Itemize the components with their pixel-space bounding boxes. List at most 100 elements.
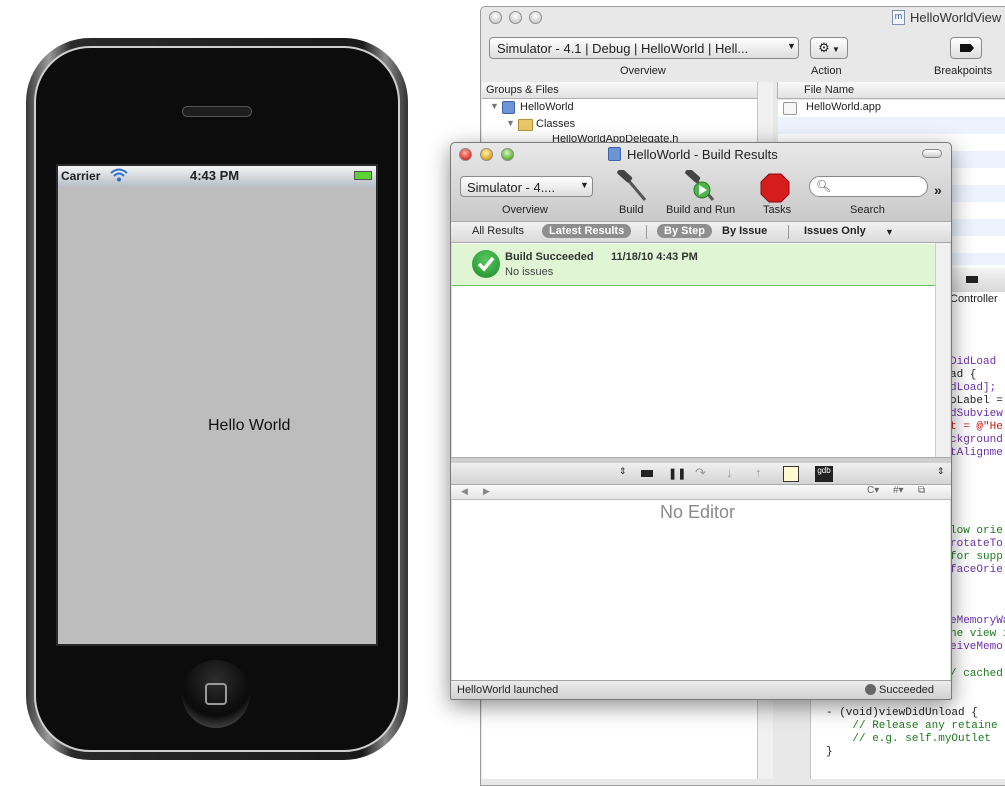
- step-out-icon[interactable]: ↑: [755, 465, 762, 480]
- tree-item-classes[interactable]: Classes: [536, 118, 575, 130]
- breakpoints-button[interactable]: [950, 37, 982, 59]
- search-icon: 🔍︎: [816, 179, 832, 193]
- result-title: Build Succeeded: [505, 251, 594, 263]
- debugger-bar-fragment: [948, 268, 1005, 292]
- file-name-column[interactable]: File Name: [804, 84, 854, 96]
- step-into-icon[interactable]: ↓: [726, 465, 733, 480]
- code-line: t = @"He: [950, 421, 1003, 433]
- tree-item-helloworld[interactable]: HelloWorld: [520, 101, 574, 113]
- window-title: HelloWorldView: [910, 10, 1002, 25]
- filter-latest-results[interactable]: Latest Results: [542, 224, 632, 238]
- build-and-run-button[interactable]: [685, 168, 723, 202]
- build-button[interactable]: [615, 168, 651, 202]
- split-view-icon[interactable]: ⧉: [918, 485, 925, 496]
- code-line: eiveMemo: [950, 641, 1003, 653]
- filter-by-issue[interactable]: By Issue: [722, 225, 767, 237]
- document-icon: m: [892, 10, 905, 25]
- breakpoint-icon[interactable]: [641, 470, 653, 477]
- toolbar-toggle-button[interactable]: [922, 149, 942, 158]
- filter-all-results[interactable]: All Results: [472, 225, 524, 237]
- groups-header: Groups & Files: [482, 82, 772, 99]
- search-label: Search: [850, 204, 885, 216]
- code-line: dSubview: [950, 408, 1003, 420]
- forward-icon[interactable]: ▶: [483, 486, 490, 497]
- debugger-toolbar: ⇕ ❚❚ ↷ ↓ ↑ gdb ⇕: [451, 463, 951, 485]
- code-line: he view i: [950, 628, 1005, 640]
- result-subtitle: No issues: [505, 266, 554, 278]
- hammer-icon: [617, 168, 647, 201]
- status-right[interactable]: Succeeded: [879, 684, 934, 696]
- editor-nav-bar: ◀ ▶ C▾ #▾ ⧉: [451, 485, 951, 500]
- breakpoint-icon: [960, 44, 974, 52]
- xcode-project-icon: [608, 147, 621, 161]
- separator: [646, 225, 647, 239]
- action-label: Action: [811, 65, 842, 77]
- tasks-button[interactable]: [760, 173, 790, 203]
- wifi-icon: [110, 167, 128, 186]
- code-line: dLoad];: [950, 382, 997, 394]
- build-results-title: HelloWorld - Build Results: [627, 147, 778, 162]
- result-timestamp: 11/18/10 4:43 PM: [611, 251, 698, 263]
- toolbar-overflow-icon[interactable]: »: [934, 182, 942, 198]
- battery-icon: [354, 171, 372, 180]
- zoom-icon[interactable]: [529, 11, 542, 24]
- pause-icon[interactable]: ❚❚: [668, 467, 686, 480]
- back-icon[interactable]: ◀: [461, 486, 468, 497]
- iphone-screen[interactable]: [56, 164, 378, 646]
- disclosure-triangle-icon[interactable]: ▼: [490, 101, 499, 111]
- close-icon[interactable]: [459, 148, 472, 161]
- home-square-icon: [205, 683, 227, 705]
- filter-issues-only[interactable]: Issues Only: [804, 225, 866, 237]
- overview-label: Overview: [620, 65, 666, 77]
- action-gear-button[interactable]: ⚙ ▼: [810, 37, 848, 59]
- code-line: eMemoryWa: [950, 615, 1005, 627]
- results-scrollbar[interactable]: [935, 243, 950, 457]
- build-status-bar: HelloWorld launched Succeeded: [451, 680, 951, 699]
- chevron-down-icon: ▼: [787, 41, 796, 51]
- scheme-popup[interactable]: Simulator - 4.1 | Debug | HelloWorld | H…: [489, 37, 799, 59]
- editor-area[interactable]: [452, 500, 950, 680]
- stepper-icon[interactable]: ⇕: [937, 466, 945, 477]
- pragma-menu-icon[interactable]: #▾: [893, 485, 904, 496]
- gdb-console-icon[interactable]: gdb: [815, 466, 833, 482]
- class-menu-icon[interactable]: C▾: [867, 485, 879, 496]
- app-file-icon: [783, 102, 797, 115]
- disclosure-triangle-icon[interactable]: ▼: [506, 118, 515, 128]
- code-line: }: [826, 746, 833, 758]
- minimize-icon[interactable]: [509, 11, 522, 24]
- editor-title-fragment: Controller: [950, 293, 998, 305]
- code-line: // Release any retaine: [826, 720, 998, 732]
- code-line: for supp: [950, 551, 1003, 563]
- code-line: DidLoad: [950, 356, 997, 368]
- breakpoint-icon: [966, 276, 978, 283]
- file-list-header: File Name: [777, 82, 1005, 99]
- build-succeeded-row[interactable]: Build Succeeded 11/18/10 4:43 PM No issu…: [452, 244, 935, 286]
- checkmark-icon: [472, 250, 500, 278]
- iphone-speaker: [182, 106, 252, 117]
- code-line: oLabel =: [950, 395, 1003, 407]
- code-line: tAlignme: [950, 447, 1003, 459]
- chevron-down-icon[interactable]: ▼: [885, 227, 894, 237]
- step-over-icon[interactable]: ↷: [695, 465, 706, 481]
- zoom-icon[interactable]: [501, 148, 514, 161]
- close-icon[interactable]: [489, 11, 502, 24]
- status-time: 4:43 PM: [190, 168, 240, 183]
- groups-header-label: Groups & Files: [486, 84, 559, 96]
- search-field[interactable]: 🔍︎: [809, 176, 928, 197]
- filter-by-step[interactable]: By Step: [657, 224, 712, 238]
- minimize-icon[interactable]: [480, 148, 493, 161]
- build-and-run-icon: [685, 168, 715, 201]
- file-row-helloworld-app[interactable]: HelloWorld.app: [806, 101, 881, 113]
- stepper-icon[interactable]: ⇕: [619, 466, 627, 477]
- code-line: ad {: [950, 369, 977, 381]
- search-input[interactable]: [832, 179, 922, 194]
- debugger-icon[interactable]: [783, 466, 799, 482]
- no-editor-label: No Editor: [660, 502, 736, 522]
- code-line: - (void)viewDidUnload {: [826, 707, 978, 719]
- scheme-popup-label: Simulator - 4.1 | Debug | HelloWorld | H…: [497, 41, 749, 56]
- scheme-popup[interactable]: Simulator - 4.... ▼: [460, 176, 593, 197]
- code-line: rotateTo: [950, 538, 1003, 550]
- folder-icon: [518, 119, 533, 131]
- chevron-down-icon: ▼: [580, 180, 589, 190]
- code-line: / cached: [950, 668, 1003, 680]
